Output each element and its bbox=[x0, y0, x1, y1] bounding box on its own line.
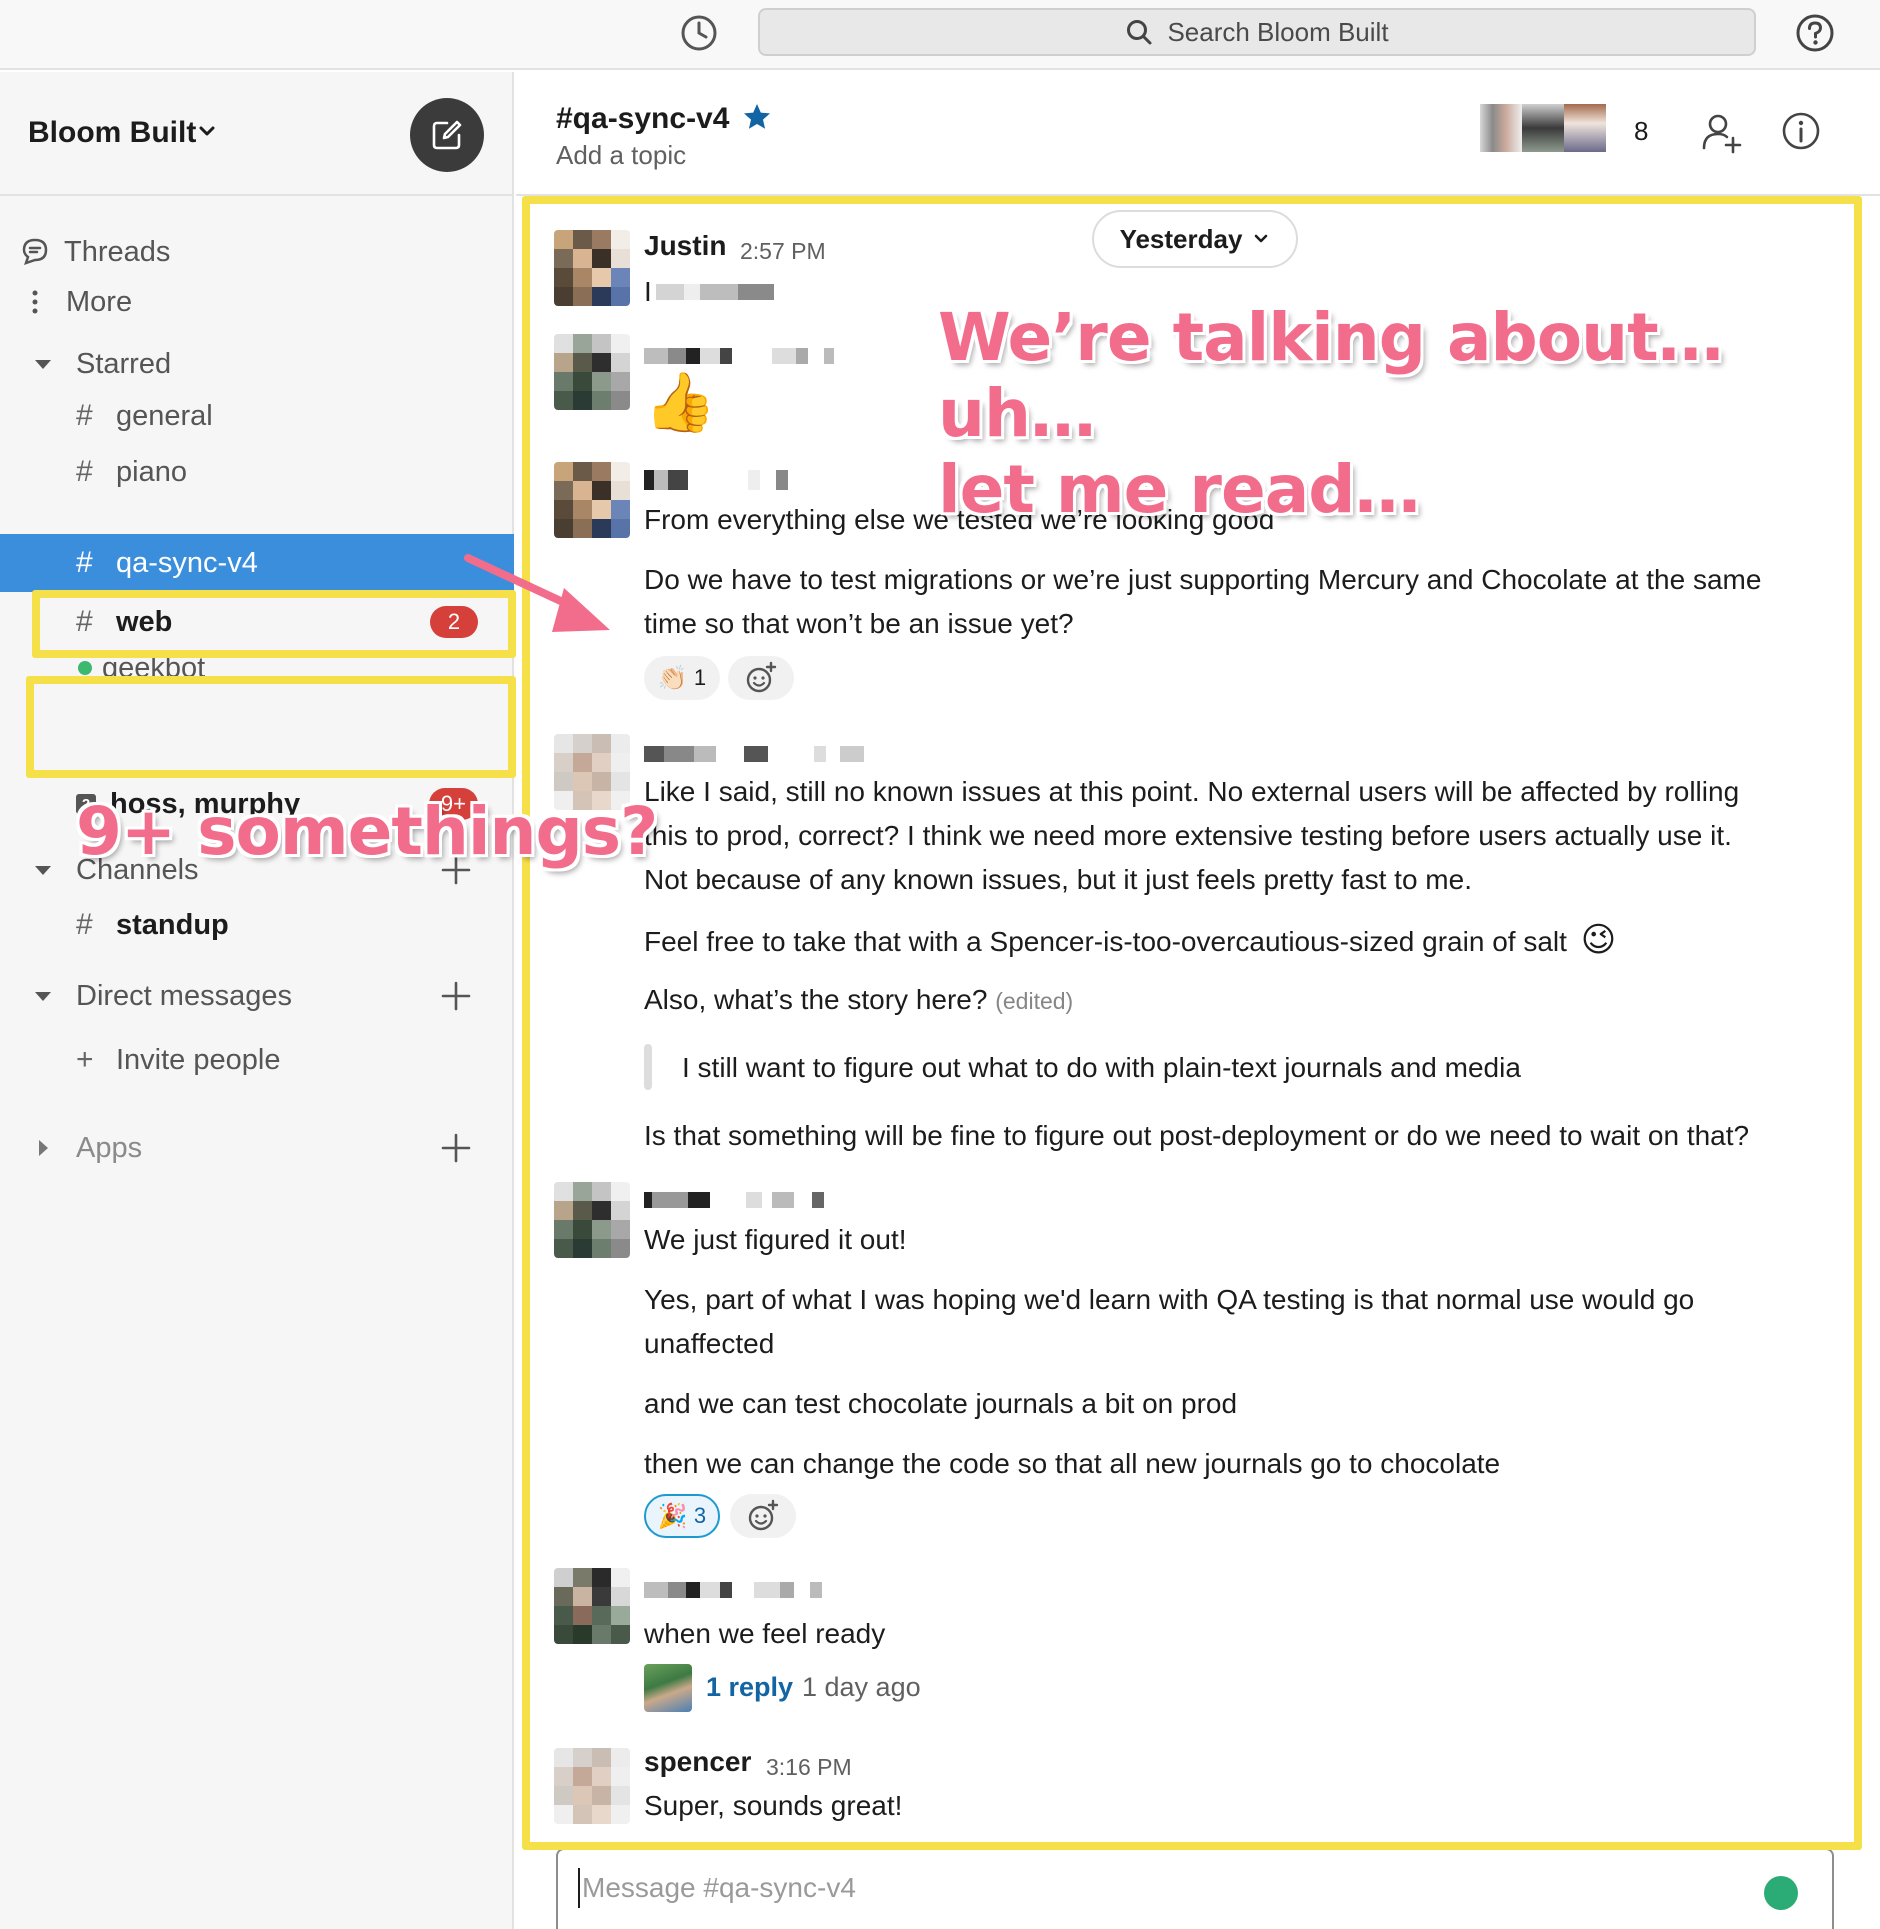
more-vertical-icon bbox=[32, 290, 38, 314]
caret-down-icon bbox=[35, 992, 51, 1001]
channel-prefix: # bbox=[76, 908, 93, 941]
caret-down-icon bbox=[35, 866, 51, 875]
avatar bbox=[1564, 104, 1606, 152]
status-indicator bbox=[1764, 1876, 1798, 1910]
avatar bbox=[1522, 104, 1564, 152]
text-cursor bbox=[578, 1868, 580, 1908]
invite-people-link[interactable]: + Invite people bbox=[0, 1034, 514, 1086]
sidebar-item-standup[interactable]: # standup bbox=[0, 902, 514, 948]
sidebar-item-label: qa-sync-v4 bbox=[116, 546, 258, 579]
sidebar-item-piano[interactable]: # piano bbox=[0, 446, 514, 498]
help-icon[interactable] bbox=[1794, 12, 1836, 54]
section-label: Apps bbox=[76, 1131, 143, 1164]
message-placeholder: Message #qa-sync-v4 bbox=[582, 1872, 856, 1903]
caret-down-icon bbox=[35, 360, 51, 369]
avatar bbox=[1480, 104, 1522, 152]
star-icon[interactable] bbox=[742, 102, 772, 132]
plus-icon[interactable] bbox=[440, 980, 472, 1012]
plus-icon[interactable] bbox=[440, 1132, 472, 1164]
sidebar-item-qa-sync-v4[interactable]: # qa-sync-v4 bbox=[0, 534, 514, 592]
history-icon[interactable] bbox=[678, 12, 720, 54]
highlight-web-channel bbox=[32, 590, 516, 658]
workspace-name[interactable]: Bloom Built bbox=[28, 116, 196, 150]
compose-icon bbox=[432, 120, 462, 150]
chevron-down-icon bbox=[199, 126, 215, 136]
sidebar-item-label: general bbox=[116, 399, 213, 432]
search-icon bbox=[1127, 20, 1152, 45]
section-starred[interactable]: Starred bbox=[0, 338, 514, 390]
section-label: Direct messages bbox=[76, 979, 292, 1012]
section-direct-messages[interactable]: Direct messages bbox=[0, 970, 514, 1022]
sidebar-item-label: More bbox=[66, 285, 133, 318]
channel-topic[interactable]: Add a topic bbox=[556, 140, 686, 171]
search-bar[interactable]: Search Bloom Built bbox=[758, 8, 1756, 56]
sidebar-item-label: piano bbox=[116, 455, 187, 488]
sidebar-item-label: Invite people bbox=[116, 1043, 281, 1076]
search-placeholder: Search Bloom Built bbox=[1167, 16, 1389, 47]
channel-prefix: # bbox=[76, 455, 93, 488]
compose-button[interactable] bbox=[410, 98, 484, 172]
annotation-line: We’re talking about… uh… bbox=[938, 299, 1724, 452]
channel-header: #qa-sync-v4 Add a topic 8 bbox=[516, 72, 1880, 196]
sidebar-item-label: standup bbox=[116, 908, 229, 941]
section-apps[interactable]: Apps bbox=[0, 1122, 514, 1174]
plus-prefix: + bbox=[76, 1043, 94, 1076]
online-status-icon bbox=[78, 661, 92, 675]
member-avatars[interactable] bbox=[1480, 104, 1610, 152]
sidebar-item-threads[interactable]: Threads bbox=[0, 226, 514, 278]
highlight-hoss-murphy bbox=[26, 676, 516, 778]
sidebar-item-more[interactable]: More bbox=[0, 276, 514, 328]
message-input[interactable]: Message #qa-sync-v4 bbox=[556, 1848, 1834, 1929]
arrow-annotation bbox=[464, 554, 610, 632]
section-label: Starred bbox=[76, 347, 172, 380]
channel-name[interactable]: #qa-sync-v4 bbox=[556, 102, 729, 136]
threads-icon bbox=[22, 238, 48, 265]
member-count[interactable]: 8 bbox=[1634, 116, 1648, 147]
sidebar-item-label: Threads bbox=[64, 235, 171, 268]
annotation-somethings: 9+ somethings? bbox=[76, 793, 658, 870]
sidebar-item-general[interactable]: # general bbox=[0, 390, 514, 442]
workspace-header[interactable]: Bloom Built bbox=[0, 72, 514, 196]
channel-prefix: # bbox=[76, 399, 93, 432]
sidebar: Bloom Built Threads More Starred # gener… bbox=[0, 72, 514, 1929]
top-bar: Search Bloom Built bbox=[0, 0, 1880, 70]
annotation-line: let me read… bbox=[938, 451, 1421, 528]
channel-prefix: # bbox=[76, 546, 93, 579]
add-user-icon[interactable] bbox=[1700, 110, 1744, 154]
caret-right-icon bbox=[39, 1140, 48, 1156]
info-icon[interactable] bbox=[1780, 110, 1822, 152]
annotation-talking: We’re talking about… uh… let me read… bbox=[938, 300, 1880, 528]
